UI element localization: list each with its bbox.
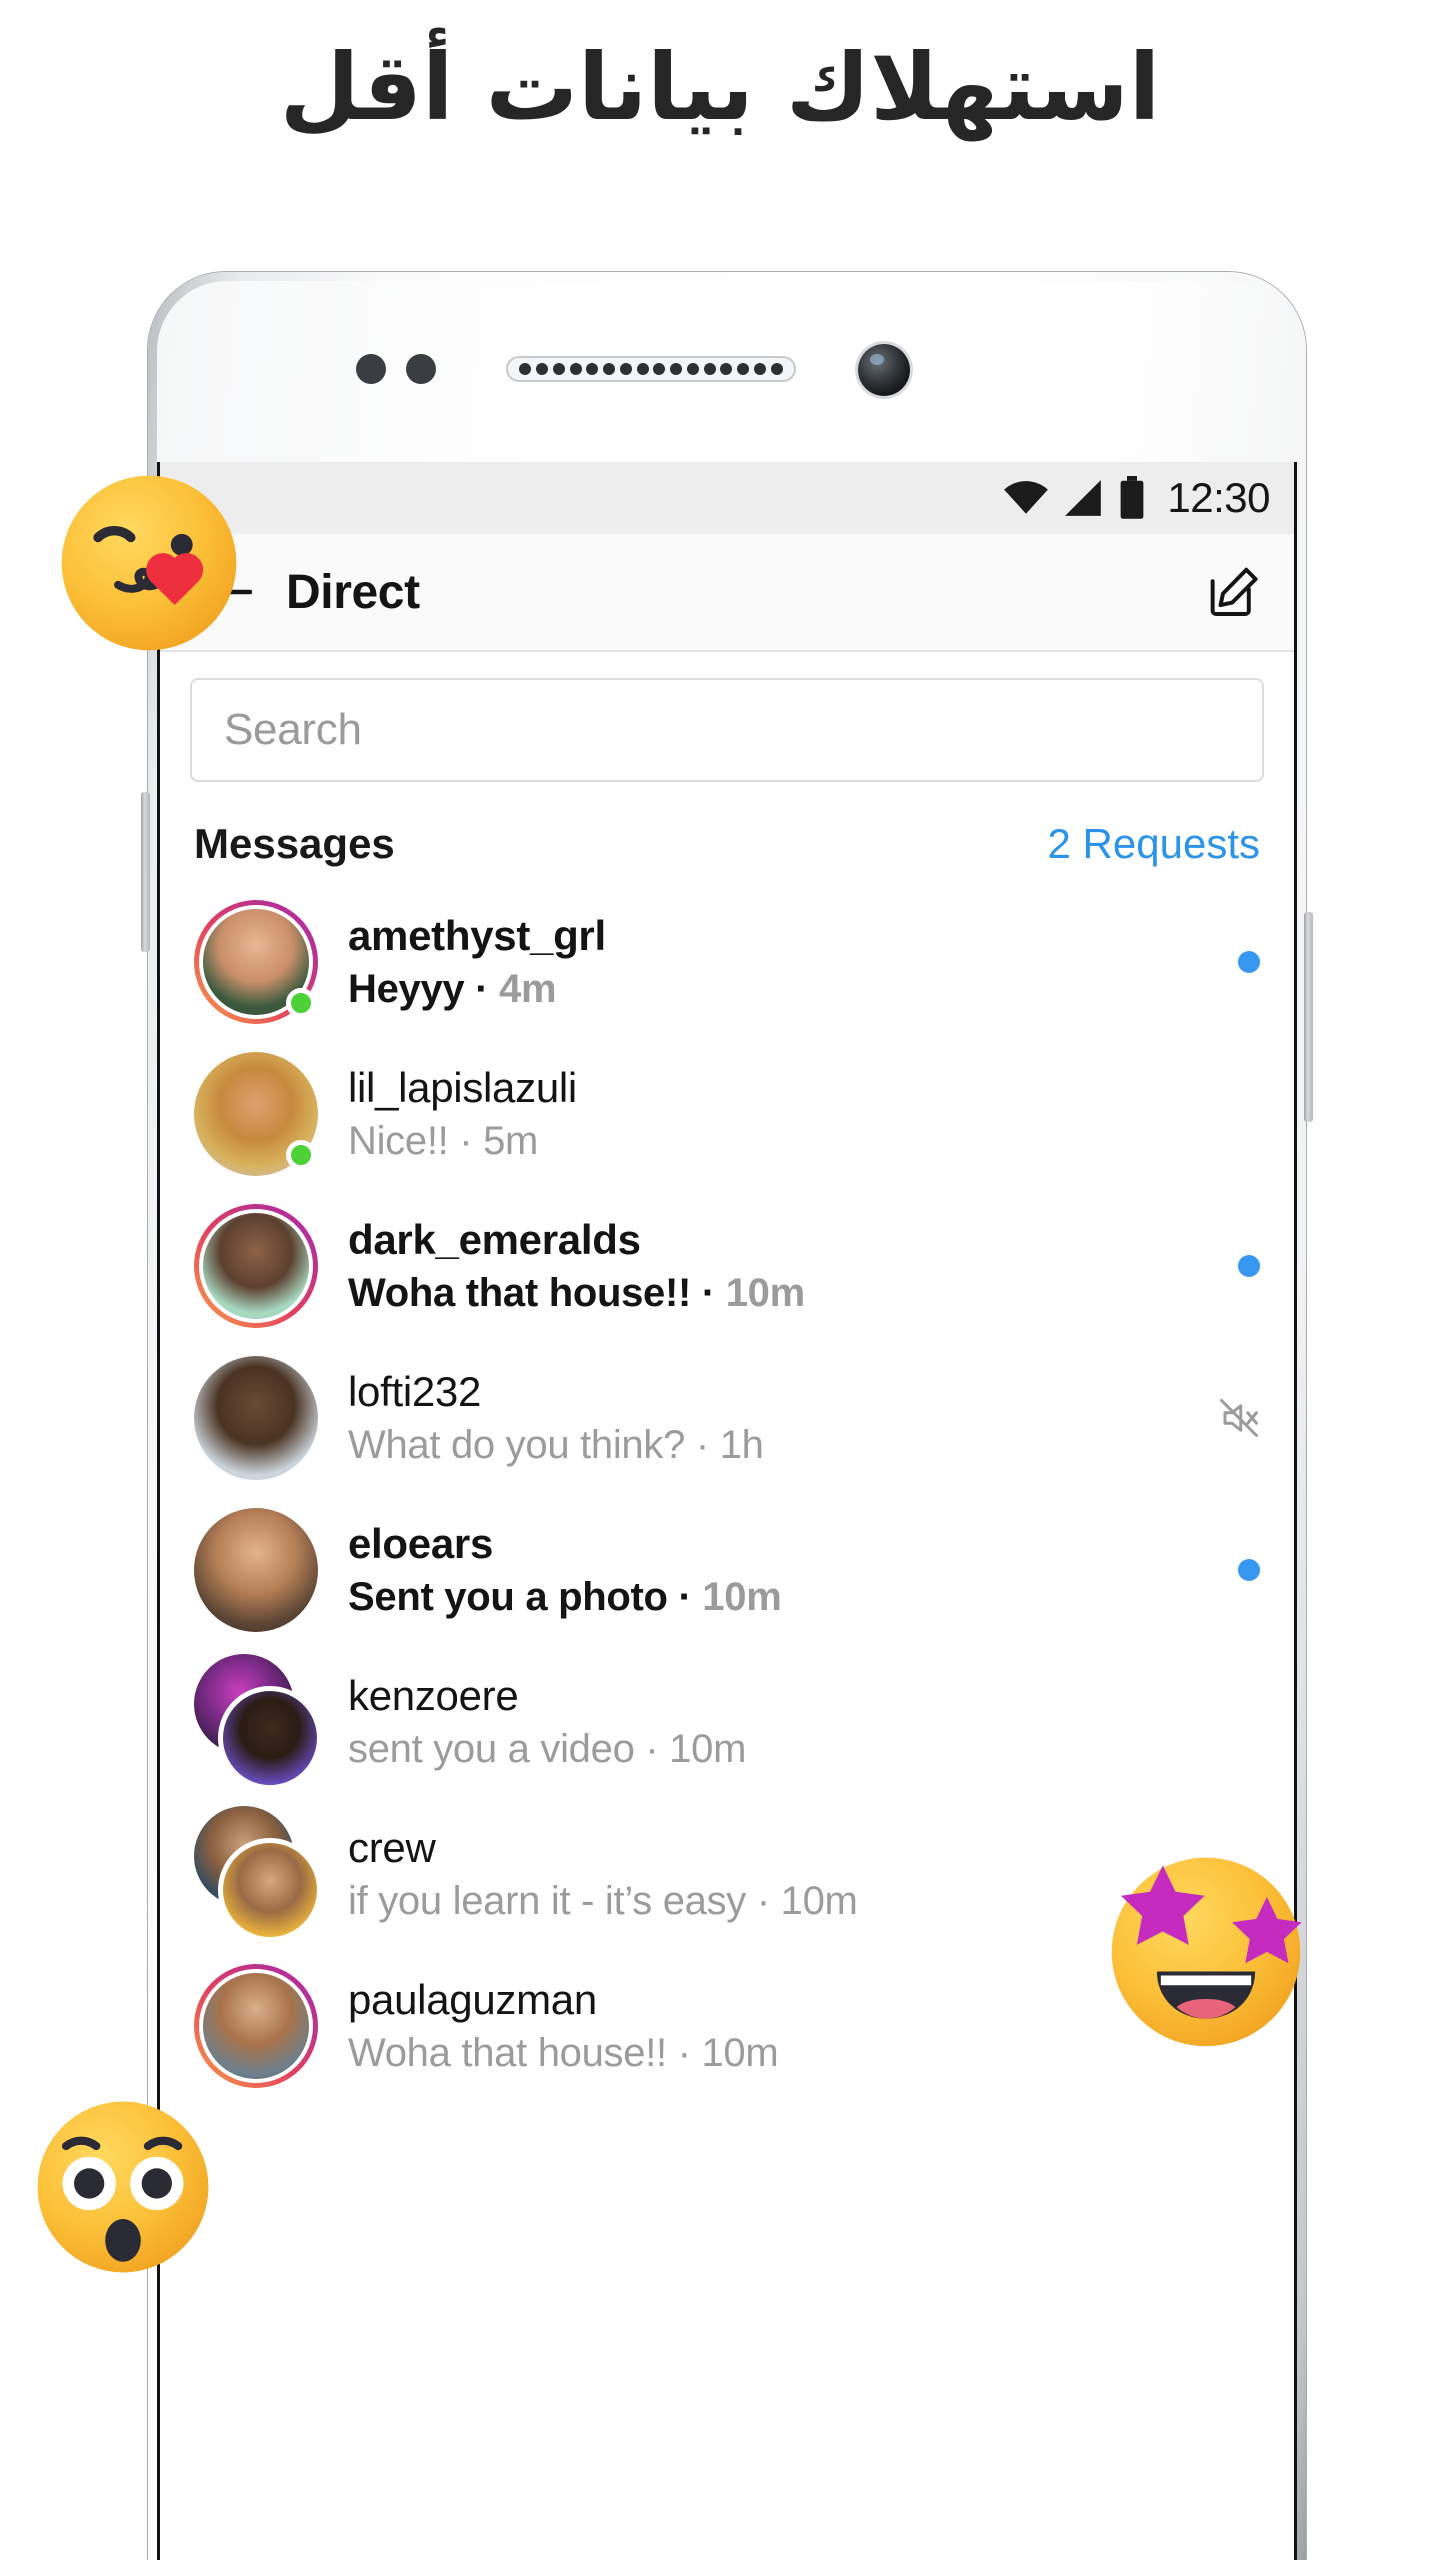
light-sensor-icon [406, 354, 436, 384]
group-avatar [194, 1806, 322, 1942]
app-bar-title: Direct [286, 565, 420, 619]
thread-preview-text: Woha that house!! [348, 2030, 667, 2075]
thread-text: kenzoere sent you a video · 10m [348, 1669, 1244, 1775]
messages-section-header: Messages 2 Requests [160, 800, 1294, 886]
avatar-story-ring [194, 1204, 318, 1328]
thread-username: lofti232 [348, 1368, 482, 1416]
requests-link[interactable]: 2 Requests [1048, 820, 1260, 868]
thread-status [1222, 1255, 1260, 1277]
astonished-face-emoji [34, 2098, 212, 2276]
avatar-image [199, 1969, 313, 2083]
avatar-story-ring [194, 1964, 318, 2088]
thread-preview-text: Nice!! [348, 1118, 449, 1163]
group-avatar [194, 1654, 322, 1790]
kissing-heart-emoji [58, 472, 240, 654]
power-button[interactable] [1304, 912, 1313, 1122]
search-input[interactable]: Search [190, 678, 1264, 782]
thread-preview-text: if you learn it - it’s easy [348, 1878, 746, 1923]
thread-row[interactable]: lofti232 What do you think? · 1h [160, 1342, 1294, 1494]
search-container: Search [160, 652, 1294, 800]
avatar [194, 1964, 318, 2088]
thread-username: amethyst_grl [348, 912, 606, 960]
unread-indicator-dot [1238, 1559, 1260, 1581]
page-title: استهلاك بيانات أقل [279, 34, 1161, 141]
thread-row[interactable]: eloears Sent you a photo · 10m [160, 1494, 1294, 1646]
phone-screen: 12:30 Direct Search Messages 2 Requests … [157, 462, 1297, 2560]
battery-icon [1120, 476, 1144, 519]
avatar [218, 1686, 322, 1790]
thread-row[interactable]: dark_emeralds Woha that house!! · 10m [160, 1190, 1294, 1342]
thread-preview: Woha that house!! · 10m [348, 1270, 805, 1315]
star-struck-emoji [1098, 1838, 1314, 2054]
unread-indicator-dot [1238, 951, 1260, 973]
cellular-signal-icon [1065, 480, 1102, 516]
thread-timestamp: 5m [483, 1118, 539, 1163]
status-bar-icons [1003, 476, 1145, 520]
wifi-icon [1004, 481, 1049, 514]
thread-timestamp: 10m [702, 1574, 782, 1619]
earpiece-speaker [506, 356, 796, 382]
thread-row[interactable]: amethyst_grl Heyyy · 4m [160, 886, 1294, 1038]
thread-username: kenzoere [348, 1672, 519, 1720]
thread-timestamp: 10m [725, 1270, 805, 1315]
thread-preview-text: Heyyy [348, 966, 465, 1011]
thread-text: lil_lapislazuli Nice!! · 5m [348, 1061, 1244, 1167]
thread-status [1202, 1397, 1260, 1439]
avatar [194, 900, 318, 1024]
thread-timestamp: 4m [499, 966, 557, 1011]
status-bar-clock: 12:30 [1167, 474, 1270, 521]
thread-preview-text: Sent you a photo [348, 1574, 668, 1619]
thread-username: eloears [348, 1520, 494, 1568]
front-camera-icon [858, 344, 910, 396]
thread-timestamp: 10m [780, 1878, 858, 1923]
mute-icon [1220, 1399, 1258, 1437]
volume-button[interactable] [141, 792, 150, 952]
thread-row[interactable]: kenzoere sent you a video · 10m [160, 1646, 1294, 1798]
avatar [194, 1356, 318, 1480]
thread-status [1222, 1559, 1260, 1581]
proximity-sensor-icon [356, 354, 386, 384]
messages-label: Messages [194, 820, 395, 867]
thread-preview: Heyyy · 4m [348, 966, 557, 1011]
promo-screenshot: استهلاك بيانات أقل 12:30 Direct Search M… [0, 0, 1440, 2560]
phone-mockup: 12:30 Direct Search Messages 2 Requests … [141, 272, 1313, 2560]
avatar [218, 1838, 322, 1942]
thread-timestamp: 1h [719, 1422, 764, 1467]
thread-text: dark_emeralds Woha that house!! · 10m [348, 1213, 1222, 1319]
thread-preview: Sent you a photo · 10m [348, 1574, 782, 1619]
thread-username: lil_lapislazuli [348, 1064, 577, 1112]
avatar [194, 1204, 318, 1328]
avatar-image [194, 1508, 318, 1632]
thread-preview-text: Woha that house!! [348, 1270, 692, 1315]
online-status-indicator [286, 1140, 316, 1170]
search-placeholder: Search [224, 705, 362, 754]
thread-row[interactable]: lil_lapislazuli Nice!! · 5m [160, 1038, 1294, 1190]
thread-text: lofti232 What do you think? · 1h [348, 1365, 1202, 1471]
thread-username: dark_emeralds [348, 1216, 641, 1264]
phone-body: 12:30 Direct Search Messages 2 Requests … [141, 272, 1313, 2560]
avatar [194, 1508, 318, 1632]
thread-text: eloears Sent you a photo · 10m [348, 1517, 1222, 1623]
thread-timestamp: 10m [669, 1726, 747, 1771]
avatar [194, 1052, 318, 1176]
thread-preview-text: sent you a video [348, 1726, 635, 1771]
thread-preview: sent you a video · 10m [348, 1726, 747, 1771]
thread-timestamp: 10m [701, 2030, 779, 2075]
thread-preview: Nice!! · 5m [348, 1118, 539, 1163]
thread-preview-text: What do you think? [348, 1422, 686, 1467]
online-status-indicator [286, 988, 316, 1018]
avatar-image [194, 1356, 318, 1480]
app-bar: Direct [160, 534, 1294, 652]
unread-indicator-dot [1238, 1255, 1260, 1277]
avatar-image [199, 1209, 313, 1323]
compose-icon[interactable] [1206, 565, 1260, 619]
thread-status [1222, 951, 1260, 973]
status-bar: 12:30 [160, 462, 1294, 534]
thread-preview: What do you think? · 1h [348, 1422, 764, 1467]
thread-text: amethyst_grl Heyyy · 4m [348, 909, 1222, 1015]
